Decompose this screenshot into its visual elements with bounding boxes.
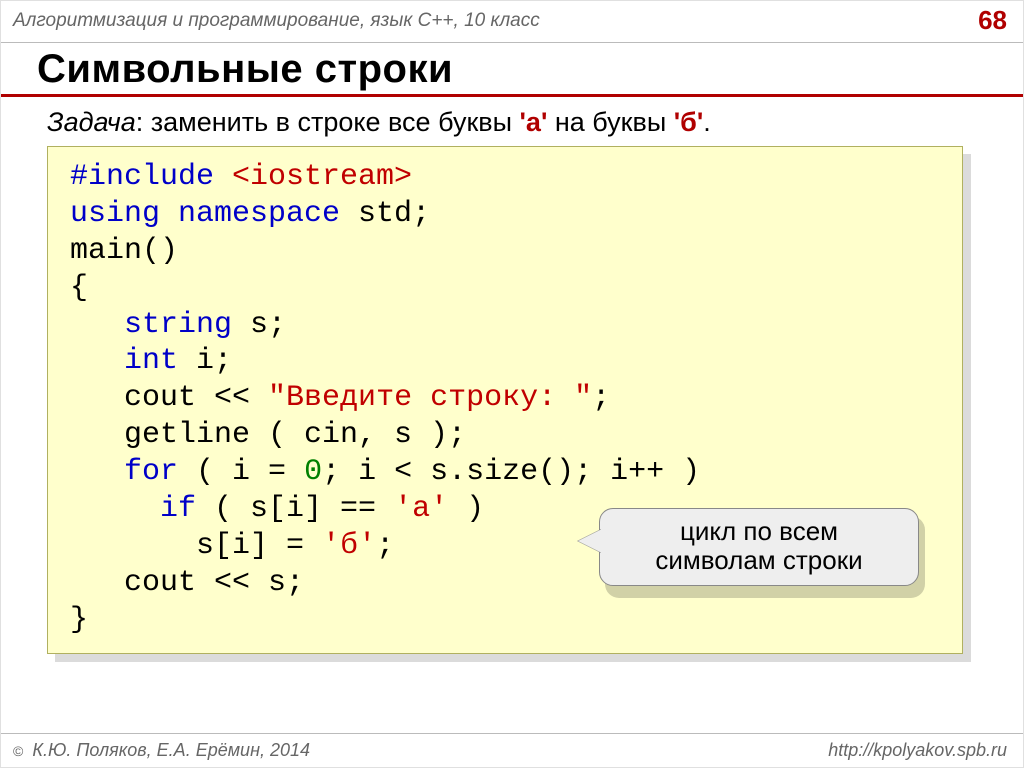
code-semi-1: ; — [412, 197, 430, 231]
code-cout-2: cout << s; — [70, 566, 304, 600]
authors-text: К.Ю. Поляков, Е.А. Ерёмин, 2014 — [27, 740, 310, 760]
code-pad-6 — [70, 344, 124, 378]
task-sep: : — [136, 107, 151, 137]
code-if-a: ( s[i] == — [196, 492, 394, 526]
task-text-1: заменить в строке все буквы — [151, 107, 520, 137]
code-string-type: string — [124, 308, 232, 342]
code-main: main() — [70, 234, 178, 268]
slide-title: Символьные строки — [1, 43, 1023, 97]
code-if-end: ) — [448, 492, 484, 526]
code-pad-5 — [70, 308, 124, 342]
code-for-a: ( i = — [178, 455, 304, 489]
code-int-type: int — [124, 344, 178, 378]
code-for-b: ; i < s.size(); i++ ) — [322, 455, 700, 489]
code-using: using namespace — [70, 197, 358, 231]
task-literal-a: 'а' — [520, 107, 548, 137]
task-text-3: . — [703, 107, 711, 137]
footer-url: http://kpolyakov.spb.ru — [828, 740, 1007, 761]
callout-tail-icon — [578, 529, 602, 553]
code-pad-7 — [70, 381, 124, 415]
page-number: 68 — [978, 5, 1007, 36]
code-std: std — [358, 197, 412, 231]
code-pad-11 — [70, 529, 196, 563]
code-pad-10 — [70, 492, 160, 526]
code-for: for — [124, 455, 178, 489]
code-i-decl: i; — [178, 344, 232, 378]
code-semi-3: ; — [376, 529, 394, 563]
course-title: Алгоритмизация и программирование, язык … — [13, 10, 540, 32]
code-header: <iostream> — [232, 160, 412, 194]
footer-bar: © К.Ю. Поляков, Е.А. Ерёмин, 2014 http:/… — [1, 733, 1023, 767]
callout-line-2: символам строки — [614, 546, 904, 575]
task-text-2: на буквы — [547, 107, 673, 137]
callout: цикл по всем символам строки — [599, 508, 919, 585]
code-pad-9 — [70, 455, 124, 489]
callout-line-1: цикл по всем — [614, 517, 904, 546]
code-char-a: 'а' — [394, 492, 448, 526]
copyright-icon: © — [13, 743, 23, 759]
task-statement: Задача: заменить в строке все буквы 'а' … — [1, 97, 1023, 142]
code-brace-close: } — [70, 603, 88, 637]
code-include: #include — [70, 160, 232, 194]
code-getline: getline ( cin, s ); — [70, 418, 466, 452]
code-assign: s[i] = — [196, 529, 322, 563]
code-brace-open: { — [70, 271, 88, 305]
footer-authors: © К.Ю. Поляков, Е.А. Ерёмин, 2014 — [13, 740, 310, 761]
code-block-wrap: #include <iostream> using namespace std;… — [47, 146, 963, 654]
task-literal-b: 'б' — [674, 107, 704, 137]
code-if: if — [160, 492, 196, 526]
code-cout-1: cout << — [124, 381, 268, 415]
code-s-decl: s; — [232, 308, 286, 342]
slide: Алгоритмизация и программирование, язык … — [0, 0, 1024, 768]
callout-box: цикл по всем символам строки — [599, 508, 919, 585]
task-label: Задача — [47, 107, 136, 137]
code-zero: 0 — [304, 455, 322, 489]
header-bar: Алгоритмизация и программирование, язык … — [1, 1, 1023, 43]
code-semi-2: ; — [592, 381, 610, 415]
code-prompt-string: "Введите строку: " — [268, 381, 592, 415]
code-char-b: 'б' — [322, 529, 376, 563]
